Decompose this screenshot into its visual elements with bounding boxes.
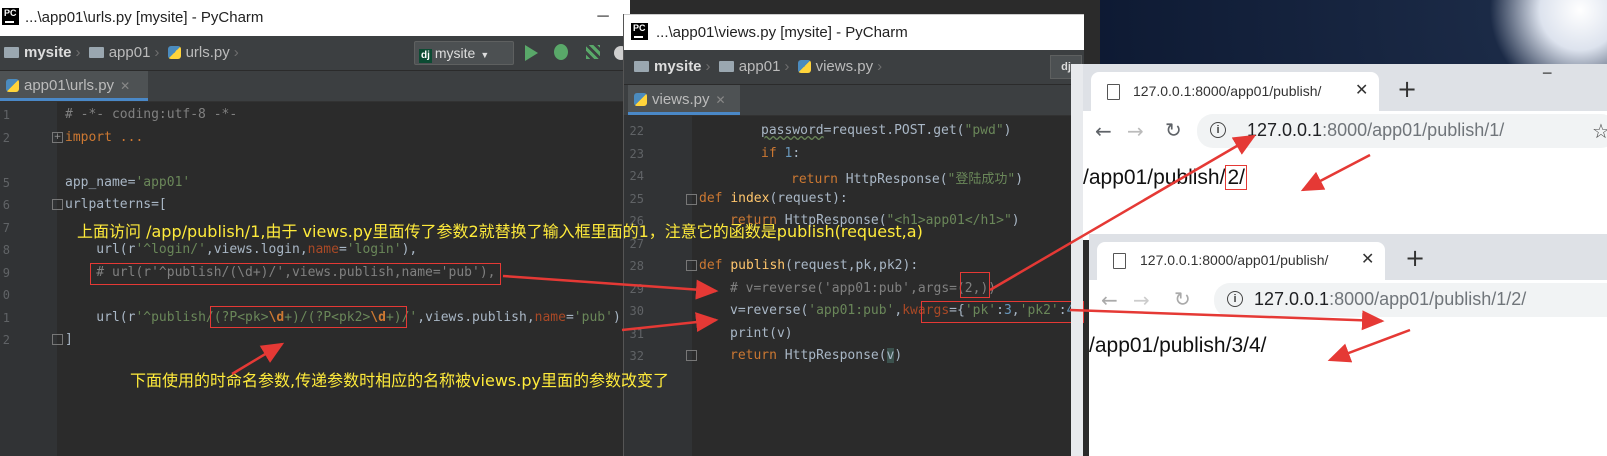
arrow: [989, 134, 1257, 292]
arrow: [621, 312, 719, 333]
arrow: [231, 342, 285, 376]
arrow: [1327, 328, 1411, 363]
arrow: [1069, 308, 1385, 331]
arrow: [502, 274, 719, 300]
arrow-overlay: [231, 134, 1411, 376]
arrow: [1300, 153, 1371, 192]
